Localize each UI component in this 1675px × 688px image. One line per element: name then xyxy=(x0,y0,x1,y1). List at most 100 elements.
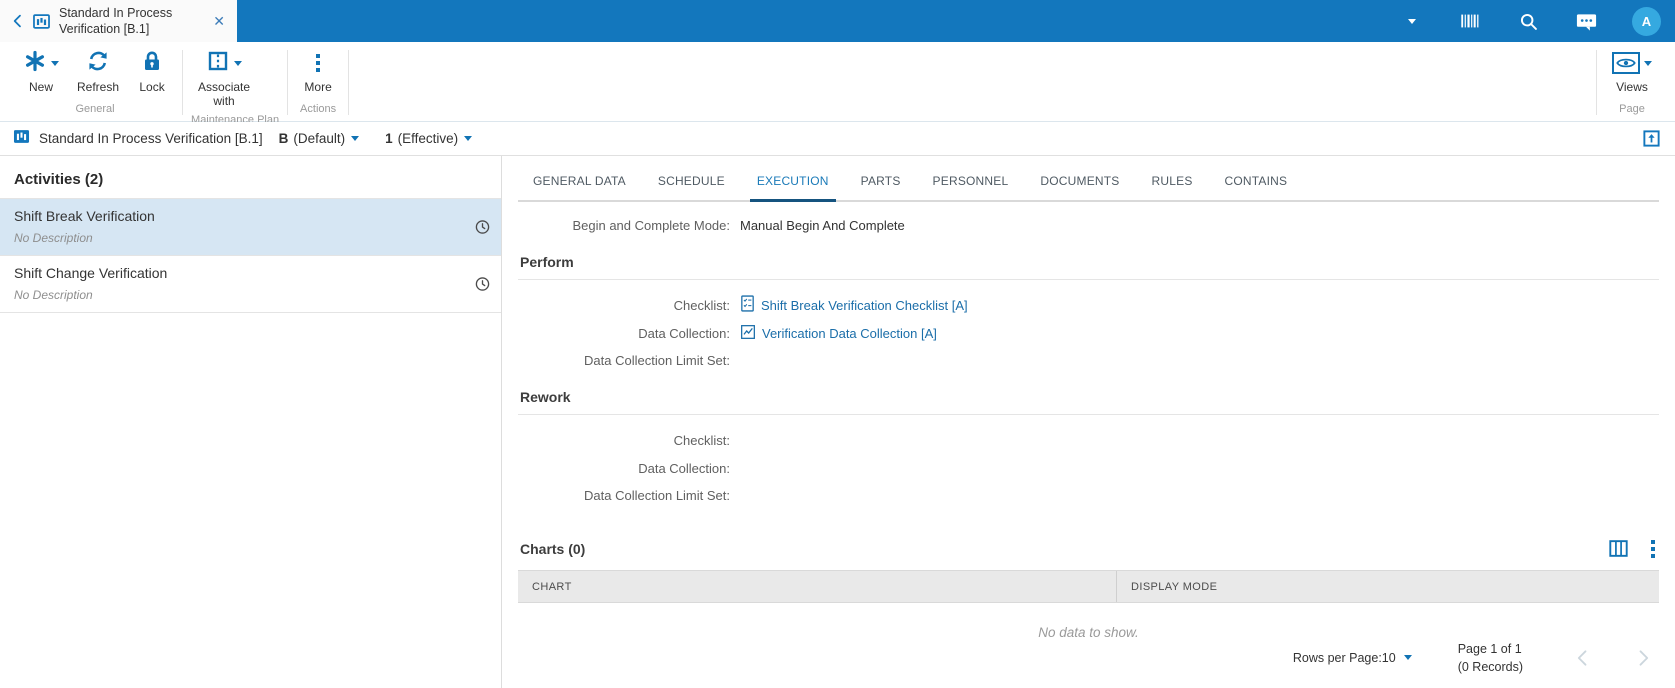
more-kebab-icon xyxy=(316,54,320,72)
clock-icon xyxy=(474,219,491,236)
divider xyxy=(518,279,1659,280)
version-selector[interactable]: 1 (Effective) xyxy=(369,131,472,146)
tab-schedule[interactable]: SCHEDULE xyxy=(657,172,726,200)
rework-checklist-field: Checklist: xyxy=(518,427,1659,455)
group-label-general: General xyxy=(16,101,174,119)
views-button[interactable]: Views xyxy=(1605,46,1659,97)
perform-checklist-link[interactable]: Shift Break Verification Checklist [A] xyxy=(740,295,968,315)
version-value: 1 xyxy=(385,131,393,146)
perform-limit-set-label: Data Collection Limit Set: xyxy=(518,353,730,368)
breadcrumb-object-icon xyxy=(12,127,31,151)
revision-value: B xyxy=(279,131,289,146)
toolbar-separator xyxy=(1596,50,1597,115)
more-button[interactable]: More xyxy=(296,46,340,97)
charts-heading: Charts (0) xyxy=(520,541,585,557)
toolbar-separator xyxy=(287,50,288,115)
new-asterisk-icon xyxy=(23,49,47,78)
toolbar-group-page: Views Page xyxy=(1599,42,1675,121)
toolbar-group-actions: More Actions xyxy=(290,42,346,121)
revision-selector[interactable]: B (Default) xyxy=(263,131,360,146)
rework-section-heading: Rework xyxy=(520,389,1659,405)
group-label-page: Page xyxy=(1605,101,1659,119)
table-pagination: Rows per Page:10 Page 1 of 1 (0 Records) xyxy=(518,640,1659,688)
column-settings-icon[interactable] xyxy=(1608,539,1629,558)
associate-with-button[interactable]: Associate with xyxy=(191,46,257,112)
tab-title-line2: Verification [B.1] xyxy=(59,22,149,36)
new-button[interactable]: New xyxy=(16,46,66,97)
table-more-kebab-icon[interactable] xyxy=(1651,540,1655,558)
detail-panel: GENERAL DATA SCHEDULE EXECUTION PARTS PE… xyxy=(502,156,1675,688)
new-dropdown-caret-icon[interactable] xyxy=(51,61,59,66)
back-chevron-icon[interactable] xyxy=(8,9,28,33)
rework-checklist-label: Checklist: xyxy=(518,433,730,448)
activity-title: Shift Change Verification xyxy=(14,265,461,281)
column-header-chart[interactable]: CHART xyxy=(518,571,1117,601)
rework-limit-set-field: Data Collection Limit Set: xyxy=(518,482,1659,510)
tab-documents[interactable]: DOCUMENTS xyxy=(1039,172,1120,200)
refresh-button[interactable]: Refresh xyxy=(70,46,126,97)
messages-icon[interactable] xyxy=(1574,9,1598,33)
rows-per-page-caret-icon[interactable] xyxy=(1404,655,1412,660)
previous-page-icon[interactable] xyxy=(1573,648,1593,668)
lock-button[interactable]: Lock xyxy=(130,46,174,97)
process-tab-icon xyxy=(32,12,51,31)
barcode-scan-icon[interactable] xyxy=(1458,9,1482,33)
activity-description: No Description xyxy=(14,231,461,245)
toolbar-group-general: New Refresh xyxy=(10,42,180,121)
perform-section-heading: Perform xyxy=(520,254,1659,270)
views-eye-icon xyxy=(1612,52,1640,74)
begin-complete-mode-value: Manual Begin And Complete xyxy=(740,218,905,233)
group-label-actions: Actions xyxy=(296,101,340,119)
column-header-display-mode[interactable]: DISPLAY MODE xyxy=(1117,571,1659,601)
empty-table-message: No data to show. xyxy=(518,625,1659,640)
checklist-icon xyxy=(740,295,755,315)
perform-data-collection-field: Data Collection: Verification Data Colle… xyxy=(518,319,1659,347)
lock-button-label: Lock xyxy=(139,80,164,94)
tab-rules[interactable]: RULES xyxy=(1151,172,1194,200)
perform-limit-set-field: Data Collection Limit Set: xyxy=(518,347,1659,375)
new-button-label: New xyxy=(29,80,53,94)
tab-contains[interactable]: CONTAINS xyxy=(1224,172,1289,200)
rework-limit-set-label: Data Collection Limit Set: xyxy=(518,488,730,503)
list-item-shift-change-verification[interactable]: Shift Change Verification No Description xyxy=(0,256,501,313)
views-dropdown-caret-icon[interactable] xyxy=(1644,61,1652,66)
data-collection-chart-icon xyxy=(740,324,756,343)
associate-with-dropdown-caret-icon[interactable] xyxy=(234,61,242,66)
revision-dropdown-caret-icon[interactable] xyxy=(351,136,359,141)
tab-execution[interactable]: EXECUTION xyxy=(756,172,830,200)
divider xyxy=(518,414,1659,415)
top-bar: Standard In Process Verification [B.1] ✕ xyxy=(0,0,1675,42)
rework-data-collection-label: Data Collection: xyxy=(518,461,730,476)
activities-heading: Activities (2) xyxy=(0,156,501,198)
version-dropdown-caret-icon[interactable] xyxy=(464,136,472,141)
next-page-icon[interactable] xyxy=(1633,648,1653,668)
toolbar-separator xyxy=(182,50,183,115)
activities-list: Shift Break Verification No Description … xyxy=(0,198,501,313)
open-tab[interactable]: Standard In Process Verification [B.1] ✕ xyxy=(0,0,237,42)
topbar-dropdown-caret-icon[interactable] xyxy=(1400,9,1424,33)
search-icon[interactable] xyxy=(1516,9,1540,33)
activity-description: No Description xyxy=(14,288,461,302)
perform-checklist-label: Checklist: xyxy=(518,298,730,313)
associate-with-button-label: Associate with xyxy=(198,80,250,109)
activity-title: Shift Break Verification xyxy=(14,208,461,224)
begin-complete-mode-field: Begin and Complete Mode: Manual Begin An… xyxy=(518,212,1659,240)
perform-data-collection-value: Verification Data Collection [A] xyxy=(762,326,937,341)
top-bar-actions: A xyxy=(237,0,1675,42)
clock-icon xyxy=(474,276,491,293)
user-avatar[interactable]: A xyxy=(1632,7,1661,36)
tab-general-data[interactable]: GENERAL DATA xyxy=(532,172,627,200)
toolbar-separator xyxy=(348,50,349,115)
tab-parts[interactable]: PARTS xyxy=(860,172,902,200)
rows-per-page-selector[interactable]: Rows per Page:10 xyxy=(1293,651,1412,665)
lock-icon xyxy=(140,49,164,78)
associate-with-icon xyxy=(206,49,230,78)
perform-data-collection-link[interactable]: Verification Data Collection [A] xyxy=(740,324,937,343)
tab-personnel[interactable]: PERSONNEL xyxy=(932,172,1010,200)
list-item-shift-break-verification[interactable]: Shift Break Verification No Description xyxy=(0,199,501,256)
expand-view-icon[interactable] xyxy=(1642,129,1661,148)
charts-section-header: Charts (0) xyxy=(518,539,1659,558)
close-tab-icon[interactable]: ✕ xyxy=(213,13,225,30)
perform-checklist-field: Checklist: Shift Break Veri xyxy=(518,292,1659,320)
charts-table-header: CHART DISPLAY MODE xyxy=(518,570,1659,602)
